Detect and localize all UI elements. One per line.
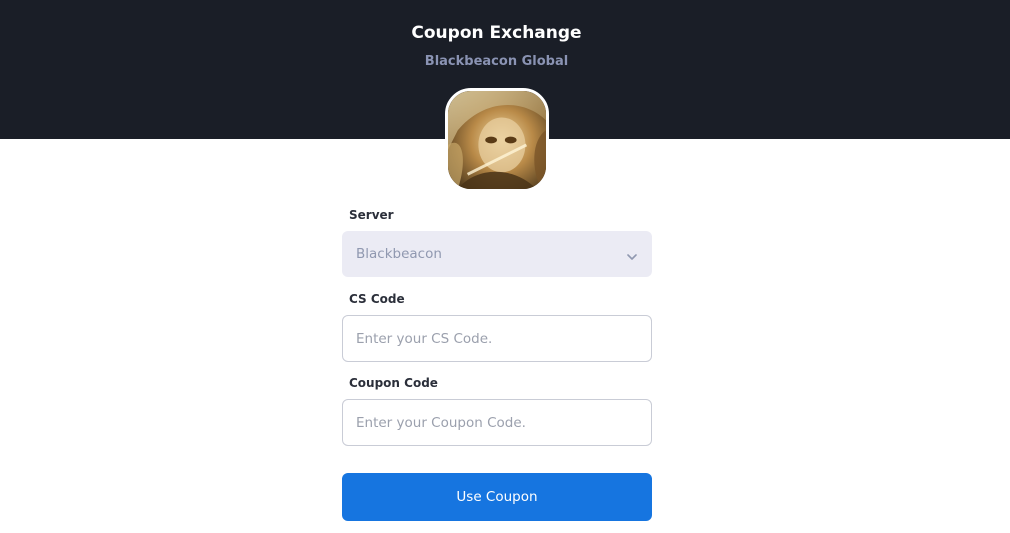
cs-code-label: CS Code: [349, 292, 405, 306]
anime-character-portrait-icon: [445, 88, 549, 192]
cs-code-input[interactable]: [342, 315, 652, 362]
chevron-down-icon: [626, 248, 638, 260]
page-title: Coupon Exchange: [411, 23, 582, 43]
server-select-value: Blackbeacon: [356, 246, 442, 262]
coupon-code-label: Coupon Code: [349, 376, 438, 390]
coupon-code-input[interactable]: [342, 399, 652, 446]
page-subtitle: Blackbeacon Global: [424, 54, 569, 69]
server-select[interactable]: Blackbeacon: [342, 231, 652, 277]
coupon-form: Server Blackbeacon CS Code Coupon Code U…: [342, 206, 652, 521]
server-label: Server: [349, 208, 394, 222]
use-coupon-button[interactable]: Use Coupon: [342, 473, 652, 521]
